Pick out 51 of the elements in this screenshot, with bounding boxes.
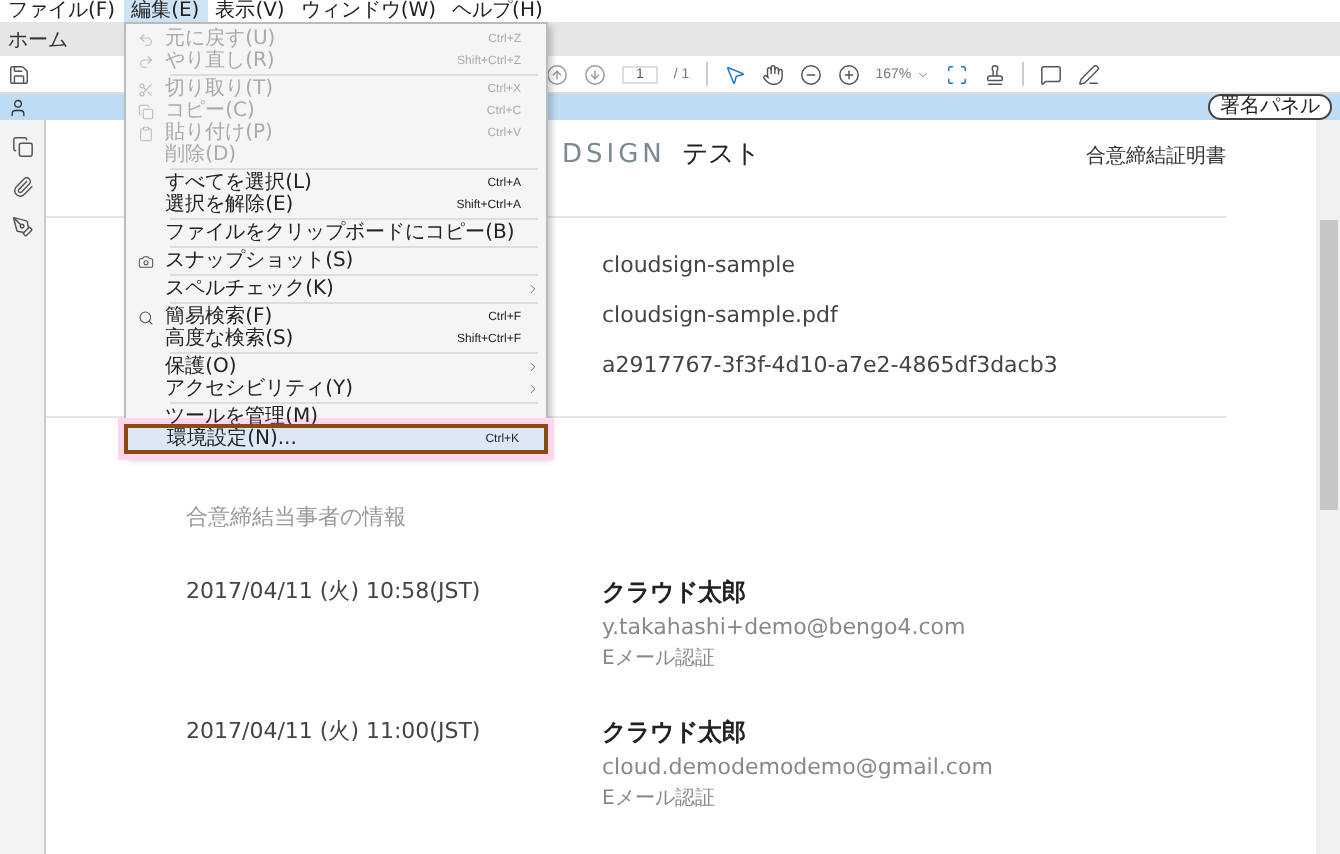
menu-item[interactable]: ファイルをクリップボードにコピー(B) bbox=[125, 222, 546, 244]
auth-method: Eメール認証 bbox=[602, 646, 717, 672]
redo-icon bbox=[137, 53, 154, 69]
signed-datetime: 2017/04/11 (火) 11:00(JST) bbox=[186, 716, 483, 748]
previous-page-icon[interactable] bbox=[546, 63, 568, 85]
hand-icon[interactable] bbox=[761, 63, 784, 85]
signature-panel-button[interactable]: 署名パネル bbox=[1208, 94, 1332, 120]
caret-icon bbox=[915, 67, 930, 81]
document-subject: テスト bbox=[682, 138, 760, 172]
signer-icon[interactable] bbox=[8, 97, 28, 117]
detail-value: cloudsign-sample bbox=[602, 252, 797, 280]
logo: DSIGN bbox=[562, 140, 668, 170]
comment-icon[interactable] bbox=[1039, 63, 1062, 85]
home-tab[interactable]: ホーム bbox=[8, 25, 68, 53]
menu-item[interactable]: スペルチェック(K) bbox=[125, 278, 546, 300]
party-email: y.takahashi+demo@bengo4.com bbox=[602, 612, 968, 642]
menu-bar-item[interactable]: 編集(E) bbox=[123, 0, 208, 22]
menu-bar-item[interactable]: 表示(V) bbox=[207, 0, 293, 22]
section-heading: 合意締結当事者の情報 bbox=[186, 502, 406, 532]
menu-item[interactable]: 保護(O) bbox=[125, 356, 546, 378]
clipboard-icon bbox=[137, 125, 154, 141]
undo-icon bbox=[137, 31, 154, 47]
zoom-out-icon[interactable] bbox=[799, 63, 822, 85]
party-name: クラウド太郎 bbox=[602, 716, 748, 748]
zoom-in-icon[interactable] bbox=[837, 63, 860, 85]
scrollbar[interactable] bbox=[1316, 120, 1340, 854]
pages-icon[interactable] bbox=[11, 136, 33, 158]
camera-icon bbox=[137, 253, 154, 269]
menu-item[interactable]: アクセシビリティ(Y) bbox=[125, 378, 546, 400]
auth-method: Eメール認証 bbox=[602, 786, 717, 812]
pen-icon[interactable] bbox=[1077, 63, 1100, 85]
fit-page-icon[interactable] bbox=[945, 63, 968, 85]
signature-icon[interactable] bbox=[11, 216, 33, 238]
party-name: クラウド太郎 bbox=[602, 576, 748, 608]
signed-datetime: 2017/04/11 (火) 10:58(JST) bbox=[186, 576, 483, 608]
party-email: cloud.demodemodemo@gmail.com bbox=[602, 752, 995, 782]
detail-value: a2917767-3f3f-4d10-a7e2-4865df3dacb3 bbox=[602, 352, 1060, 380]
detail-value: cloudsign-sample.pdf bbox=[602, 302, 841, 330]
scrollbar-thumb[interactable] bbox=[1319, 220, 1337, 510]
copy-icon bbox=[137, 103, 154, 119]
pointer-icon[interactable] bbox=[723, 63, 746, 85]
scissors-icon bbox=[137, 81, 154, 97]
document-title: 合意締結証明書 bbox=[1086, 143, 1226, 170]
next-page-icon[interactable] bbox=[584, 63, 606, 85]
stamp-icon[interactable] bbox=[983, 63, 1006, 85]
menu-item[interactable]: スナップショット(S) bbox=[125, 250, 546, 272]
save-icon[interactable] bbox=[8, 63, 30, 85]
menu-bar-item[interactable]: ウィンドウ(W) bbox=[292, 0, 445, 22]
attachment-icon[interactable] bbox=[11, 176, 33, 198]
search-icon bbox=[137, 309, 154, 325]
menu-bar-item[interactable]: ファイル(F) bbox=[0, 0, 124, 22]
